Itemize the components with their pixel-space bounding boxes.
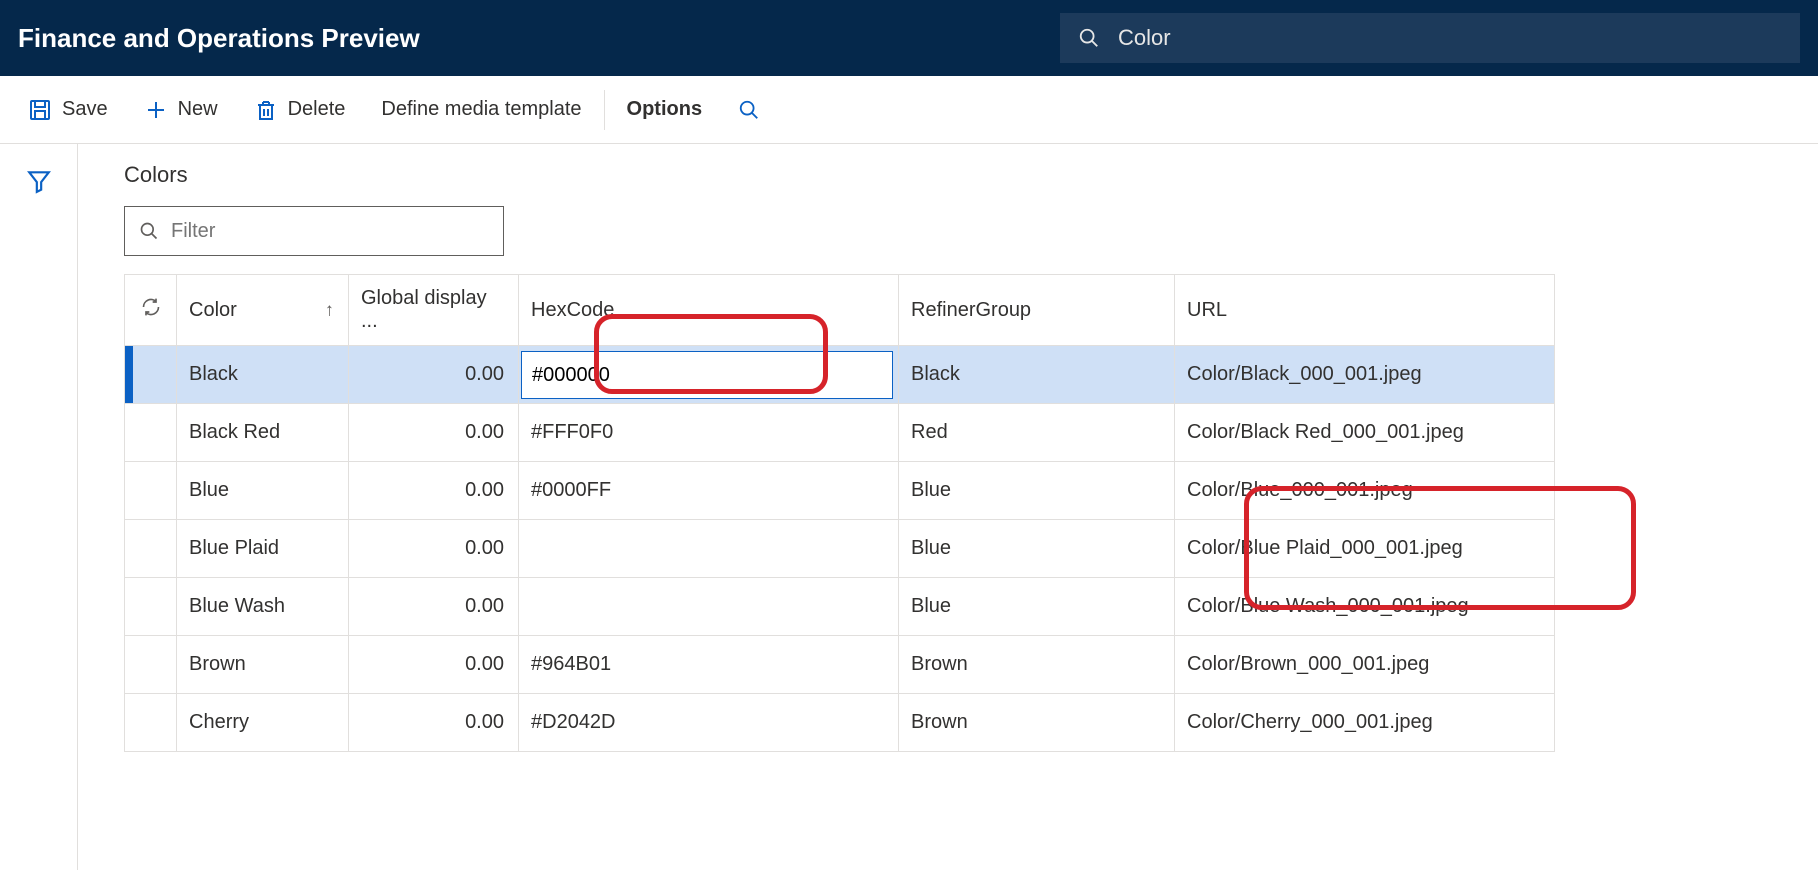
define-media-button[interactable]: Define media template	[363, 88, 599, 131]
column-header-hex[interactable]: HexCode	[519, 275, 899, 346]
grid-header-row: Color ↑ Global display ... HexCode Refin…	[125, 275, 1555, 346]
row-marker[interactable]	[125, 404, 177, 462]
colors-grid: Color ↑ Global display ... HexCode Refin…	[124, 274, 1555, 752]
cell-color[interactable]: Blue Wash	[177, 578, 349, 636]
cell-display-order[interactable]: 0.00	[349, 520, 519, 578]
cell-color[interactable]: Brown	[177, 636, 349, 694]
row-marker[interactable]	[125, 694, 177, 752]
action-bar: Save New Delete Define media template Op…	[0, 76, 1818, 144]
cell-refiner[interactable]: Brown	[899, 694, 1175, 752]
table-row[interactable]: Blue0.00#0000FFBlueColor/Blue_000_001.jp…	[125, 462, 1555, 520]
plus-icon	[144, 98, 168, 122]
toolbar-search-button[interactable]	[720, 89, 778, 131]
table-row[interactable]: Blue Plaid0.00 BlueColor/Blue Plaid_000_0…	[125, 520, 1555, 578]
new-label: New	[178, 98, 218, 121]
cell-color[interactable]: Cherry	[177, 694, 349, 752]
search-icon	[738, 99, 760, 121]
cell-display-order[interactable]: 0.00	[349, 578, 519, 636]
cell-color[interactable]: Blue	[177, 462, 349, 520]
table-row[interactable]: Black0.00BlackColor/Black_000_001.jpeg	[125, 346, 1555, 404]
cell-url[interactable]: Color/Brown_000_001.jpeg	[1175, 636, 1555, 694]
row-marker[interactable]	[125, 346, 177, 404]
cell-hexcode[interactable]	[519, 346, 899, 404]
cell-url[interactable]: Color/Blue Plaid_000_001.jpeg	[1175, 520, 1555, 578]
cell-refiner[interactable]: Blue	[899, 578, 1175, 636]
cell-hexcode[interactable]: #964B01	[519, 636, 899, 694]
cell-display-order[interactable]: 0.00	[349, 404, 519, 462]
cell-url[interactable]: Color/Blue Wash_000_001.jpeg	[1175, 578, 1555, 636]
grid-filter[interactable]	[124, 206, 504, 256]
table-row[interactable]: Blue Wash0.00 BlueColor/Blue Wash_000_001…	[125, 578, 1555, 636]
cell-url[interactable]: Color/Cherry_000_001.jpeg	[1175, 694, 1555, 752]
delete-button[interactable]: Delete	[236, 88, 364, 132]
cell-url[interactable]: Color/Black Red_000_001.jpeg	[1175, 404, 1555, 462]
section-title: Colors	[124, 162, 1818, 188]
funnel-icon	[26, 168, 52, 194]
app-title: Finance and Operations Preview	[18, 23, 420, 54]
cell-refiner[interactable]: Blue	[899, 520, 1175, 578]
refresh-column-header[interactable]	[125, 275, 177, 346]
grid-filter-input[interactable]	[171, 220, 489, 243]
save-icon	[28, 98, 52, 122]
cell-url[interactable]: Color/Black_000_001.jpeg	[1175, 346, 1555, 404]
column-header-display[interactable]: Global display ...	[349, 275, 519, 346]
refresh-icon	[141, 297, 161, 317]
global-search-value: Color	[1118, 25, 1171, 51]
cell-display-order[interactable]: 0.00	[349, 694, 519, 752]
toolbar-divider	[604, 90, 605, 130]
global-search[interactable]: Color	[1060, 13, 1800, 63]
cell-color[interactable]: Black Red	[177, 404, 349, 462]
filter-pane-toggle[interactable]	[26, 168, 52, 870]
cell-refiner[interactable]: Black	[899, 346, 1175, 404]
options-label: Options	[627, 98, 703, 121]
cell-refiner[interactable]: Red	[899, 404, 1175, 462]
cell-hexcode[interactable]: #D2042D	[519, 694, 899, 752]
cell-hexcode[interactable]	[519, 578, 899, 636]
left-rail	[0, 144, 78, 870]
cell-hexcode[interactable]: #0000FF	[519, 462, 899, 520]
column-header-refiner[interactable]: RefinerGroup	[899, 275, 1175, 346]
app-header: Finance and Operations Preview Color	[0, 0, 1818, 76]
cell-color[interactable]: Black	[177, 346, 349, 404]
new-button[interactable]: New	[126, 88, 236, 132]
cell-hexcode[interactable]: #FFF0F0	[519, 404, 899, 462]
search-icon	[1078, 27, 1100, 49]
save-label: Save	[62, 98, 108, 121]
define-media-label: Define media template	[381, 98, 581, 121]
cell-display-order[interactable]: 0.00	[349, 462, 519, 520]
cell-refiner[interactable]: Brown	[899, 636, 1175, 694]
delete-label: Delete	[288, 98, 346, 121]
trash-icon	[254, 98, 278, 122]
cell-display-order[interactable]: 0.00	[349, 636, 519, 694]
cell-display-order[interactable]: 0.00	[349, 346, 519, 404]
hexcode-input[interactable]	[521, 351, 893, 399]
search-icon	[139, 221, 159, 241]
table-row[interactable]: Brown0.00#964B01BrownColor/Brown_000_001…	[125, 636, 1555, 694]
cell-hexcode[interactable]	[519, 520, 899, 578]
cell-refiner[interactable]: Blue	[899, 462, 1175, 520]
table-row[interactable]: Black Red0.00#FFF0F0RedColor/Black Red_0…	[125, 404, 1555, 462]
row-marker[interactable]	[125, 520, 177, 578]
column-header-color[interactable]: Color ↑	[177, 275, 349, 346]
cell-color[interactable]: Blue Plaid	[177, 520, 349, 578]
row-marker[interactable]	[125, 462, 177, 520]
row-marker[interactable]	[125, 636, 177, 694]
main-content: Colors Color ↑ Global display ... HexCod…	[78, 144, 1818, 870]
cell-url[interactable]: Color/Blue_000_001.jpeg	[1175, 462, 1555, 520]
row-marker[interactable]	[125, 578, 177, 636]
options-button[interactable]: Options	[609, 88, 721, 131]
sort-asc-icon: ↑	[325, 300, 334, 321]
table-row[interactable]: Cherry0.00#D2042DBrownColor/Cherry_000_0…	[125, 694, 1555, 752]
save-button[interactable]: Save	[10, 88, 126, 132]
column-header-url[interactable]: URL	[1175, 275, 1555, 346]
